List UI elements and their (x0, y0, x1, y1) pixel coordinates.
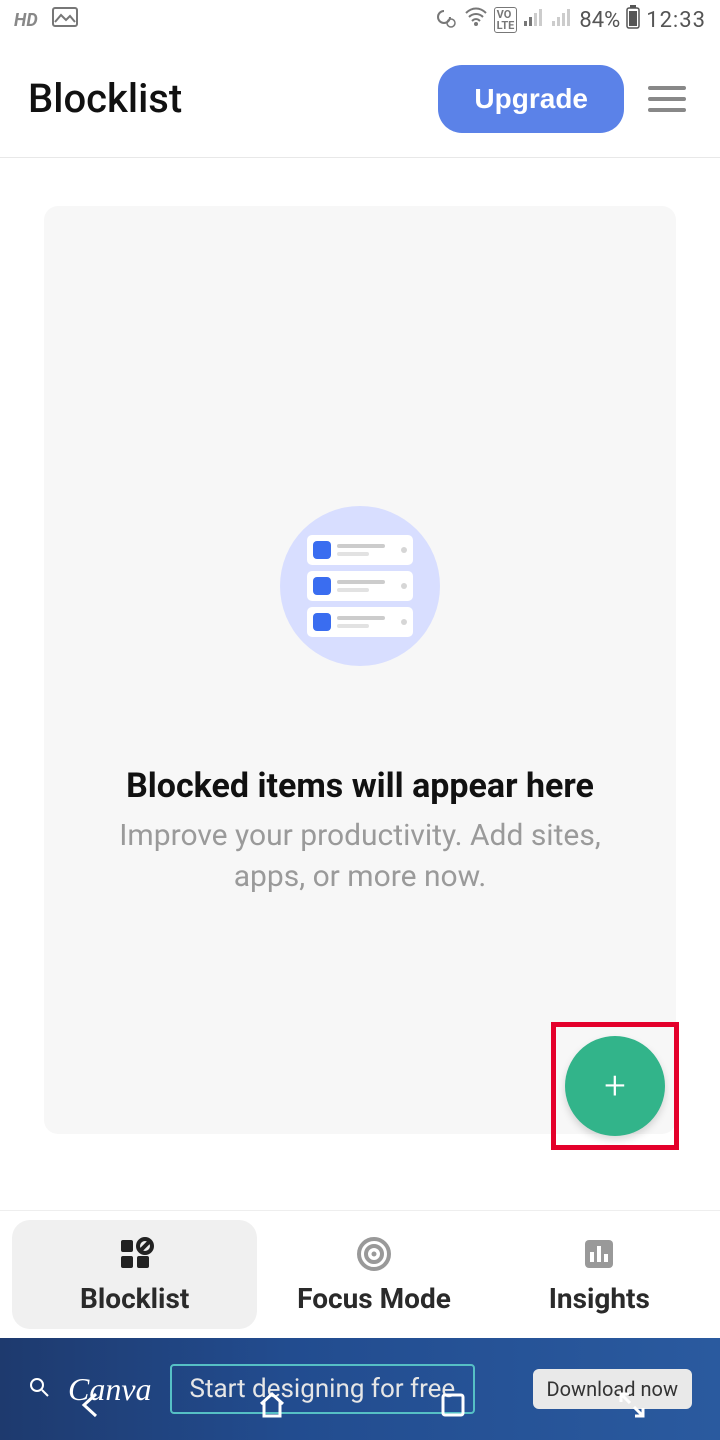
battery-text: 84% (579, 8, 620, 33)
dnd-icon (434, 5, 458, 35)
empty-state-card: Blocked items will appear here Improve y… (44, 206, 676, 1134)
nav-blocklist[interactable]: Blocklist (12, 1220, 257, 1329)
ad-cta-button[interactable]: Download now (533, 1369, 692, 1409)
blocklist-icon (115, 1234, 155, 1274)
status-bar: HD VOLTE 84% 12:33 (0, 0, 720, 40)
app-header: Blocklist Upgrade (0, 40, 720, 158)
empty-state-illustration (280, 506, 440, 666)
add-button[interactable]: + (565, 1036, 665, 1136)
magnify-icon (28, 1376, 50, 1402)
nav-label: Blocklist (80, 1282, 189, 1315)
chart-icon (579, 1234, 619, 1274)
signal-icon-2 (551, 7, 573, 33)
volte-icon: VOLTE (494, 7, 518, 33)
ad-banner[interactable]: Canva Start designing for free Download … (0, 1338, 720, 1440)
tutorial-highlight: + (551, 1022, 679, 1150)
bottom-nav: Blocklist Focus Mode Insights (0, 1210, 720, 1338)
nav-focus-mode[interactable]: Focus Mode (261, 1234, 486, 1315)
nav-label: Focus Mode (297, 1282, 451, 1315)
empty-state-subtitle: Improve your productivity. Add sites, ap… (44, 816, 676, 897)
ad-brand: Canva (68, 1371, 152, 1408)
wifi-icon (464, 7, 488, 33)
plus-icon: + (604, 1067, 625, 1105)
target-icon (354, 1234, 394, 1274)
hamburger-menu-icon[interactable] (648, 77, 692, 121)
clock-text: 12:33 (646, 8, 706, 33)
page-title: Blocklist (28, 75, 182, 122)
nav-label: Insights (549, 1282, 650, 1315)
nav-insights[interactable]: Insights (487, 1234, 712, 1315)
signal-icon-1 (523, 7, 545, 33)
ad-text: Start designing for free (170, 1364, 476, 1414)
image-icon (52, 7, 78, 33)
hd-indicator: HD (14, 10, 38, 31)
empty-state-title: Blocked items will appear here (44, 766, 676, 806)
battery-icon (626, 5, 640, 35)
upgrade-button[interactable]: Upgrade (438, 65, 624, 133)
